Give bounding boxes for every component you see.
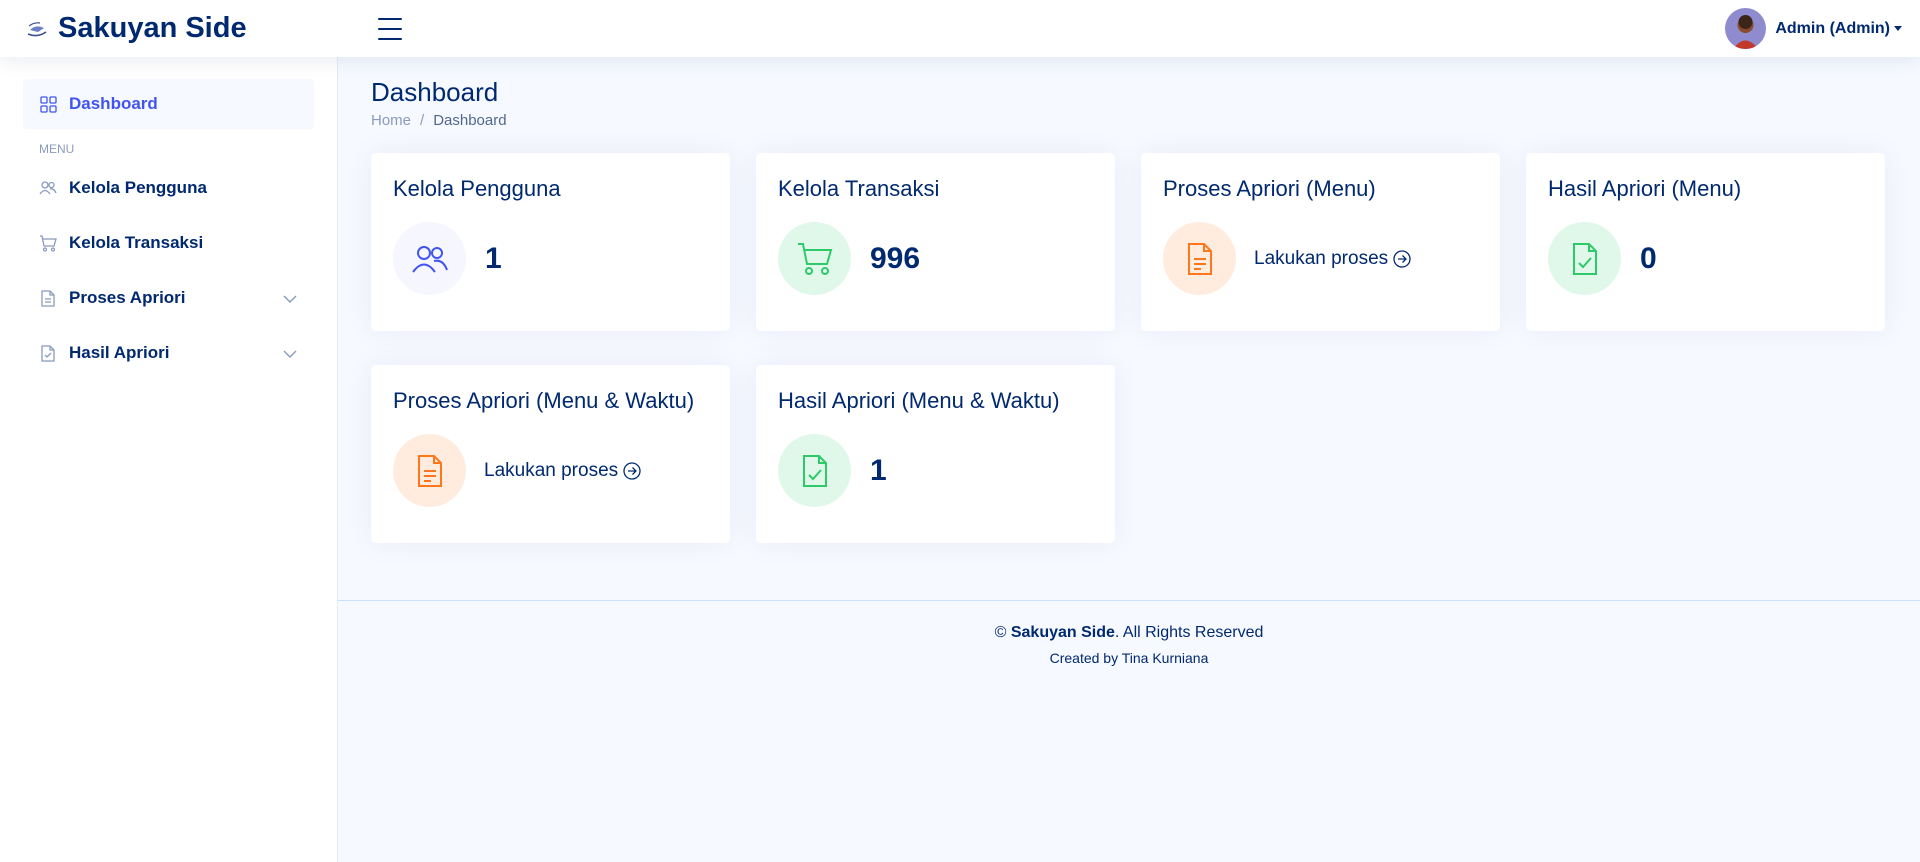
chevron-down-icon	[283, 295, 297, 303]
sidebar-item-label: Kelola Pengguna	[69, 178, 207, 197]
card-hasil-apriori-menu-waktu: Hasil Apriori (Menu & Waktu) 1	[756, 365, 1115, 543]
grid-icon	[39, 95, 57, 113]
card-title: Hasil Apriori (Menu & Waktu)	[778, 388, 1060, 413]
header: Sakuyan Side Admin (Admin)	[0, 0, 1920, 57]
sidebar-item-kelola-pengguna[interactable]: Kelola Pengguna	[23, 163, 314, 213]
document-check-icon	[778, 434, 851, 507]
card-value: 996	[870, 241, 921, 275]
sidebar-item-proses-apriori[interactable]: Proses Apriori	[23, 273, 314, 323]
sidebar-item-label: Kelola Transaksi	[69, 233, 204, 252]
footer-brand: Sakuyan Side	[1010, 624, 1115, 641]
document-icon	[1163, 222, 1236, 295]
hamburger-icon	[378, 17, 402, 20]
logo[interactable]: Sakuyan Side	[24, 12, 354, 45]
logo-icon	[24, 16, 50, 42]
chevron-down-icon	[283, 350, 297, 358]
card-kelola-pengguna: Kelola Pengguna 1	[371, 153, 730, 331]
breadcrumb: Home / Dashboard	[371, 112, 507, 129]
sidebar-item-label: Hasil Apriori	[69, 343, 170, 362]
lakukan-proses-link[interactable]: Lakukan proses	[484, 460, 641, 482]
sidebar-item-label: Dashboard	[69, 94, 158, 113]
user-name: Admin (Admin)	[1775, 19, 1890, 37]
card-title: Proses Apriori (Menu)	[1163, 176, 1376, 201]
cart-icon	[39, 234, 57, 252]
sidebar-item-label: Proses Apriori	[69, 288, 186, 307]
card-value: 1	[485, 241, 502, 275]
card-value: 0	[1640, 241, 1657, 275]
footer: © Sakuyan Side. All Rights Reserved Crea…	[338, 600, 1920, 666]
sidebar-heading: MENU	[39, 142, 75, 156]
arrow-right-circle-icon	[1393, 249, 1411, 268]
sidebar: Dashboard MENU Kelola Pengguna Kelola Tr…	[0, 57, 338, 862]
breadcrumb-separator: /	[420, 112, 425, 129]
card-proses-apriori-menu: Proses Apriori (Menu) Lakukan proses	[1141, 153, 1500, 331]
people-icon	[393, 222, 466, 295]
sidebar-item-kelola-transaksi[interactable]: Kelola Transaksi	[23, 218, 314, 268]
document-icon	[39, 289, 57, 307]
document-check-icon	[1548, 222, 1621, 295]
lakukan-proses-link[interactable]: Lakukan proses	[1254, 248, 1411, 270]
copyright: © Sakuyan Side. All Rights Reserved	[994, 624, 1264, 641]
caret-down-icon	[1894, 26, 1902, 31]
card-proses-apriori-menu-waktu: Proses Apriori (Menu & Waktu) Lakukan pr…	[371, 365, 730, 543]
profile-dropdown[interactable]: Admin (Admin)	[1725, 0, 1902, 57]
app-name: Sakuyan Side	[58, 12, 247, 44]
page-title-section: Dashboard Home / Dashboard	[371, 77, 507, 129]
main-content: Dashboard Home / Dashboard Kelola Penggu…	[338, 57, 1920, 862]
arrow-right-circle-icon	[623, 461, 641, 480]
page-title: Dashboard	[371, 77, 499, 107]
sidebar-item-hasil-apriori[interactable]: Hasil Apriori	[23, 328, 314, 378]
credits: Created by Tina Kurniana	[1049, 650, 1209, 666]
cart-icon	[778, 222, 851, 295]
avatar	[1725, 8, 1767, 49]
document-check-icon	[39, 344, 57, 362]
sidebar-toggle-button[interactable]	[376, 15, 404, 43]
card-title: Hasil Apriori (Menu)	[1548, 176, 1742, 201]
card-value: 1	[870, 453, 887, 487]
card-title: Proses Apriori (Menu & Waktu)	[393, 388, 695, 413]
card-title: Kelola Pengguna	[393, 176, 561, 201]
document-icon	[393, 434, 466, 507]
card-hasil-apriori-menu: Hasil Apriori (Menu) 0	[1526, 153, 1885, 331]
card-title: Kelola Transaksi	[778, 176, 940, 201]
people-icon	[39, 179, 57, 197]
breadcrumb-current: Dashboard	[433, 112, 507, 129]
card-kelola-transaksi: Kelola Transaksi 996	[756, 153, 1115, 331]
sidebar-item-dashboard[interactable]: Dashboard	[23, 79, 314, 129]
breadcrumb-home[interactable]: Home	[371, 112, 411, 129]
